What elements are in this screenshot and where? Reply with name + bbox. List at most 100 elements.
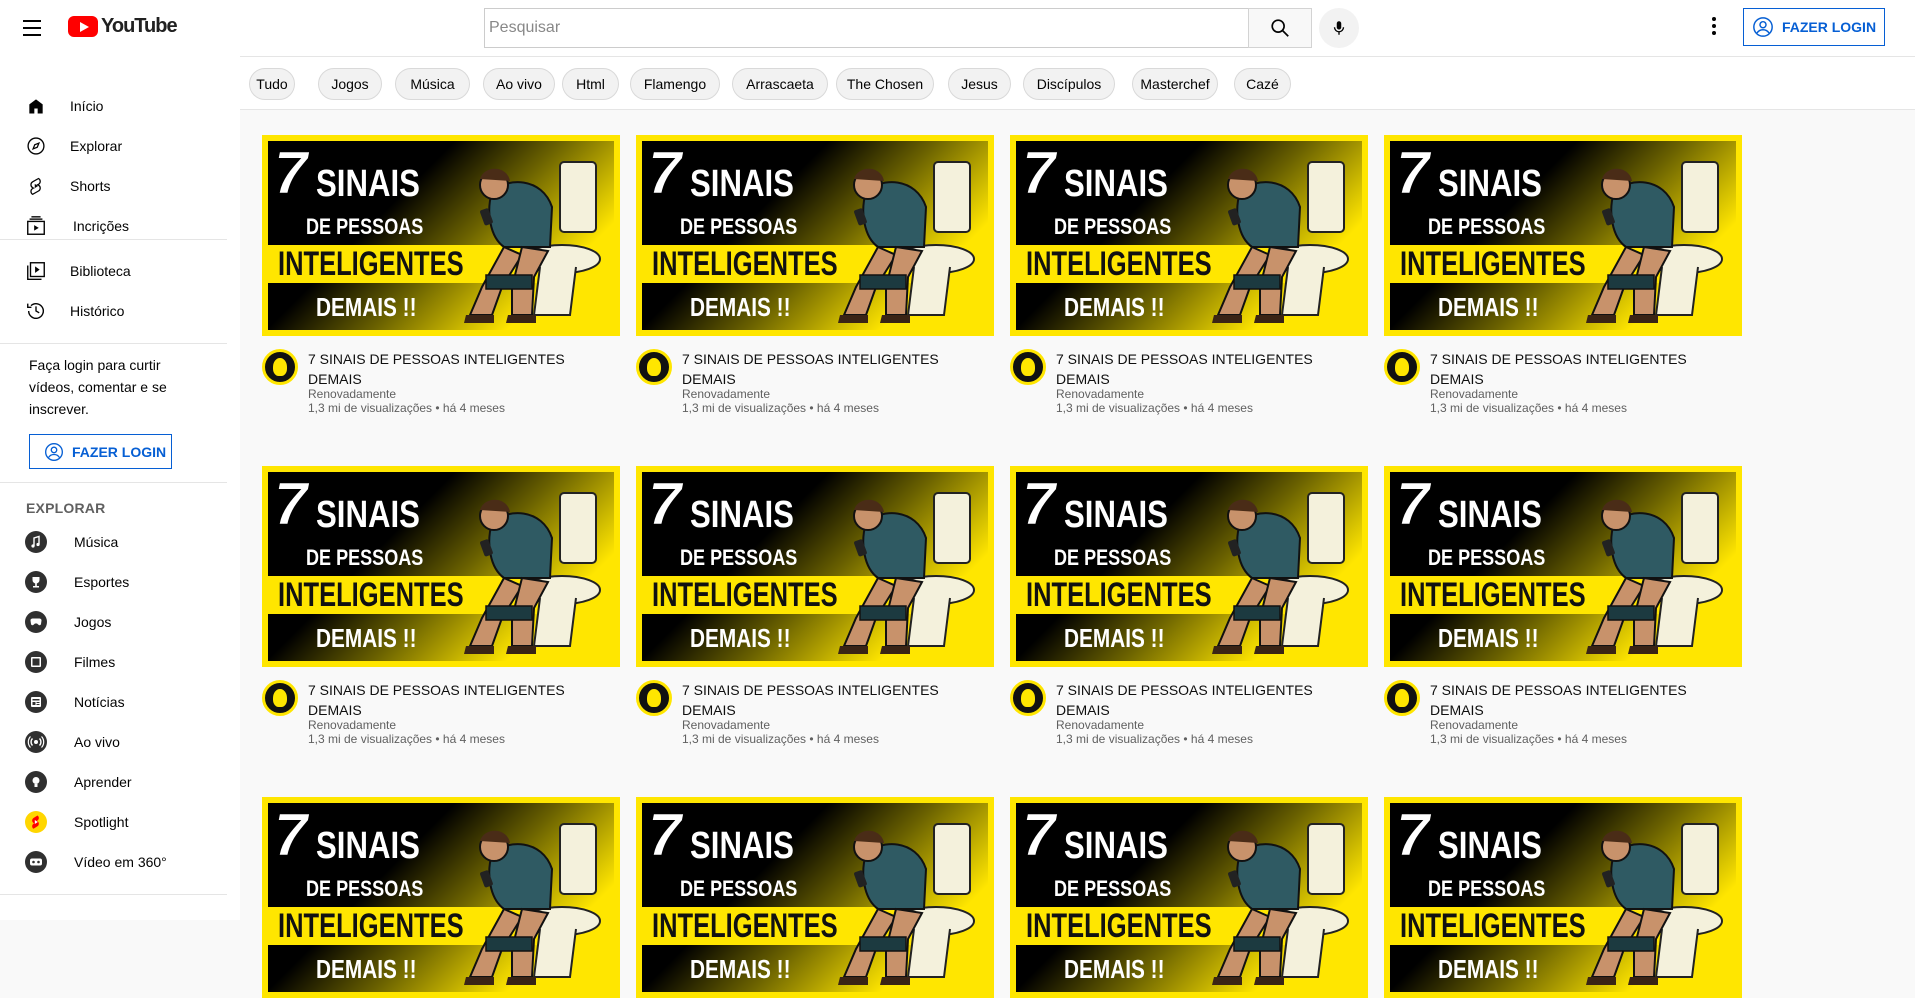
chip-arrascaeta[interactable]: Arrascaeta: [732, 68, 828, 100]
video-title[interactable]: 7 SINAIS DE PESSOAS INTELIGENTES DEMAIS: [1430, 680, 1690, 720]
video-thumbnail[interactable]: 7 SINAIS DE PESSOAS INTELIGENTES DEMAIS …: [262, 135, 620, 336]
channel-name[interactable]: Renovadamente: [1056, 387, 1144, 401]
sidebar-item-noticias[interactable]: Notícias: [0, 682, 228, 722]
sidebar-item-historico[interactable]: Histórico: [0, 291, 228, 331]
sidebar-item-filmes[interactable]: Filmes: [0, 642, 228, 682]
video-stats: 1,3 mi de visualizações • há 4 meses: [308, 732, 505, 746]
thumbnail-line: SINAIS: [316, 494, 420, 536]
thumbnail-artwork: 7 SINAIS DE PESSOAS INTELIGENTES DEMAIS …: [1016, 803, 1362, 992]
microphone-icon: [1333, 21, 1345, 35]
thumbnail-line: SINAIS: [690, 494, 794, 536]
thumbnail-line: SINAIS: [1438, 825, 1542, 867]
chip-caze[interactable]: Cazé: [1234, 68, 1291, 100]
header-login-button[interactable]: FAZER LOGIN: [1743, 8, 1885, 46]
music-icon: [24, 530, 48, 554]
channel-avatar[interactable]: [262, 680, 298, 716]
sidebar-item-jogos[interactable]: Jogos: [0, 602, 228, 642]
channel-name[interactable]: Renovadamente: [308, 718, 396, 732]
video-thumbnail[interactable]: 7 SINAIS DE PESSOAS INTELIGENTES DEMAIS …: [1010, 135, 1368, 336]
video-thumbnail[interactable]: 7 SINAIS DE PESSOAS INTELIGENTES DEMAIS …: [1384, 466, 1742, 667]
thumbnail-line: SINAIS: [1064, 825, 1168, 867]
search-input[interactable]: [484, 8, 1248, 48]
video-thumbnail[interactable]: 7 SINAIS DE PESSOAS INTELIGENTES DEMAIS …: [636, 797, 994, 998]
video-thumbnail[interactable]: 7 SINAIS DE PESSOAS INTELIGENTES DEMAIS …: [1384, 135, 1742, 336]
chip-musica[interactable]: Música: [395, 68, 470, 100]
channel-name[interactable]: Renovadamente: [308, 387, 396, 401]
thumbnail-artwork: 7 SINAIS DE PESSOAS INTELIGENTES DEMAIS …: [1390, 141, 1736, 330]
sidebar-item-spotlight[interactable]: Spotlight: [0, 802, 228, 842]
video-stats: 1,3 mi de visualizações • há 4 meses: [1056, 401, 1253, 415]
video-thumbnail[interactable]: 7 SINAIS DE PESSOAS INTELIGENTES DEMAIS …: [636, 466, 994, 667]
login-prompt-text: Faça login para curtir vídeos, comentar …: [29, 357, 167, 417]
search-button[interactable]: [1248, 8, 1312, 48]
account-circle-icon: [1753, 17, 1773, 37]
chip-discipulos[interactable]: Discípulos: [1023, 68, 1115, 100]
sidebar-login-button[interactable]: FAZER LOGIN: [29, 434, 172, 469]
thumbnail-line: DE PESSOAS: [1428, 876, 1546, 901]
youtube-logo[interactable]: YouTube: [68, 15, 178, 38]
channel-avatar[interactable]: [1010, 349, 1046, 385]
thumbnail-number: 7: [273, 803, 308, 868]
sidebar-item-biblioteca[interactable]: Biblioteca: [0, 251, 228, 291]
video-thumbnail[interactable]: 7 SINAIS DE PESSOAS INTELIGENTES DEMAIS …: [262, 466, 620, 667]
chip-jogos[interactable]: Jogos: [318, 68, 382, 100]
thumbnail-line: DE PESSOAS: [1054, 876, 1172, 901]
sidebar-item-aprender[interactable]: Aprender: [0, 762, 228, 802]
sidebar-item-esportes[interactable]: Esportes: [0, 562, 228, 602]
channel-avatar[interactable]: [1384, 349, 1420, 385]
video-title[interactable]: 7 SINAIS DE PESSOAS INTELIGENTES DEMAIS: [308, 680, 568, 720]
man-on-toilet-illustration: [838, 161, 975, 323]
channel-avatar[interactable]: [636, 349, 672, 385]
sidebar-item-inicio[interactable]: Início: [0, 86, 228, 126]
channel-avatar[interactable]: [1384, 680, 1420, 716]
sidebar-item-video-360[interactable]: Vídeo em 360°: [0, 842, 228, 882]
video-thumbnail[interactable]: 7 SINAIS DE PESSOAS INTELIGENTES DEMAIS …: [636, 135, 994, 336]
video-meta: 7 SINAIS DE PESSOAS INTELIGENTES DEMAIS …: [1010, 680, 1368, 750]
thumbnail-line: DEMAIS !!: [1064, 954, 1165, 984]
sidebar-item-inscricoes[interactable]: Incrições: [0, 206, 228, 246]
video-thumbnail[interactable]: 7 SINAIS DE PESSOAS INTELIGENTES DEMAIS …: [1010, 466, 1368, 667]
thumbnail-number: 7: [273, 141, 308, 206]
channel-name[interactable]: Renovadamente: [1430, 387, 1518, 401]
video-title[interactable]: 7 SINAIS DE PESSOAS INTELIGENTES DEMAIS: [682, 680, 942, 720]
chip-the-chosen[interactable]: The Chosen: [836, 68, 934, 100]
channel-name[interactable]: Renovadamente: [1056, 718, 1144, 732]
video-stats: 1,3 mi de visualizações • há 4 meses: [682, 401, 879, 415]
video-meta: 7 SINAIS DE PESSOAS INTELIGENTES DEMAIS …: [262, 349, 620, 419]
sidebar-item-musica[interactable]: Música: [0, 522, 228, 562]
voice-search-button[interactable]: [1319, 8, 1359, 48]
video-thumbnail[interactable]: 7 SINAIS DE PESSOAS INTELIGENTES DEMAIS …: [262, 797, 620, 998]
chip-html[interactable]: Html: [562, 68, 619, 100]
thumbnail-line: DEMAIS !!: [690, 292, 791, 322]
explore-heading: EXPLORAR: [26, 500, 106, 516]
video-title[interactable]: 7 SINAIS DE PESSOAS INTELIGENTES DEMAIS: [1056, 680, 1316, 720]
thumbnail-number: 7: [1021, 472, 1056, 537]
video-title[interactable]: 7 SINAIS DE PESSOAS INTELIGENTES DEMAIS: [1430, 349, 1690, 389]
movies-icon: [24, 650, 48, 674]
thumbnail-line: INTELIGENTES: [1400, 576, 1586, 614]
chip-ao-vivo[interactable]: Ao vivo: [483, 68, 555, 100]
sidebar-item-ao-vivo[interactable]: Ao vivo: [0, 722, 228, 762]
video-stats: 1,3 mi de visualizações • há 4 meses: [1430, 401, 1627, 415]
video-thumbnail[interactable]: 7 SINAIS DE PESSOAS INTELIGENTES DEMAIS …: [1010, 797, 1368, 998]
sidebar-item-explorar[interactable]: Explorar: [0, 126, 228, 166]
channel-avatar[interactable]: [1010, 680, 1046, 716]
hamburger-menu-icon[interactable]: [20, 16, 44, 40]
chip-tudo[interactable]: Tudo: [249, 68, 295, 100]
channel-avatar[interactable]: [636, 680, 672, 716]
channel-avatar[interactable]: [262, 349, 298, 385]
sidebar-item-shorts[interactable]: Shorts: [0, 166, 228, 206]
video-title[interactable]: 7 SINAIS DE PESSOAS INTELIGENTES DEMAIS: [1056, 349, 1316, 389]
chip-flamengo[interactable]: Flamengo: [630, 68, 720, 100]
sidebar-item-label: Início: [70, 98, 104, 114]
video-title[interactable]: 7 SINAIS DE PESSOAS INTELIGENTES DEMAIS: [308, 349, 568, 389]
settings-more-icon[interactable]: [1702, 14, 1726, 38]
channel-name[interactable]: Renovadamente: [682, 718, 770, 732]
channel-name[interactable]: Renovadamente: [1430, 718, 1518, 732]
thumbnail-line: INTELIGENTES: [652, 245, 838, 283]
channel-name[interactable]: Renovadamente: [682, 387, 770, 401]
chip-jesus[interactable]: Jesus: [948, 68, 1011, 100]
video-title[interactable]: 7 SINAIS DE PESSOAS INTELIGENTES DEMAIS: [682, 349, 942, 389]
chip-masterchef[interactable]: Masterchef: [1132, 68, 1218, 100]
video-thumbnail[interactable]: 7 SINAIS DE PESSOAS INTELIGENTES DEMAIS …: [1384, 797, 1742, 998]
